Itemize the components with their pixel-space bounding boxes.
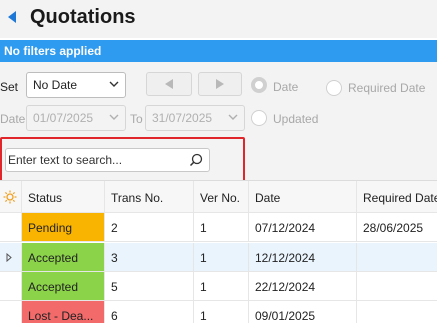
search-input[interactable] [8, 151, 183, 169]
next-period-button[interactable] [198, 72, 242, 96]
grid-header-row: Status Trans No. Ver No. Date Required D… [0, 181, 437, 213]
column-header-status[interactable]: Status [22, 181, 105, 212]
table-row[interactable]: Pending 2 1 07/12/2024 28/06/2025 [0, 213, 437, 242]
status-badge: Pending [22, 213, 105, 241]
back-arrow-icon[interactable] [6, 10, 18, 24]
table-row[interactable]: Accepted 5 1 22/12/2024 [0, 272, 437, 301]
status-badge: Lost - Dea... [22, 301, 105, 323]
to-label: To [130, 112, 143, 126]
sun-settings-icon [3, 190, 17, 204]
previous-period-button[interactable] [146, 72, 192, 96]
date-label: Date [0, 112, 26, 126]
trans-no-cell: 3 [105, 243, 194, 271]
filter-status-bar: No filters applied [0, 40, 437, 62]
ver-no-cell: 1 [194, 272, 249, 300]
status-badge: Accepted [22, 243, 105, 271]
quotations-grid: Status Trans No. Ver No. Date Required D… [0, 180, 437, 323]
chevron-down-icon [109, 114, 119, 120]
date-cell: 07/12/2024 [249, 213, 357, 241]
column-header-ver-no[interactable]: Ver No. [194, 181, 249, 212]
status-badge: Accepted [22, 272, 105, 300]
page-title: Quotations [30, 6, 136, 28]
table-row[interactable]: Accepted 3 1 12/12/2024 [0, 243, 437, 272]
date-from-value: 01/07/2025 [33, 111, 94, 125]
required-date-cell: 28/06/2025 [363, 221, 424, 235]
radio-date-label: Date [273, 80, 299, 94]
radio-date[interactable] [251, 77, 267, 93]
radio-required-date[interactable] [326, 80, 342, 96]
trans-no-cell: 5 [105, 272, 194, 300]
date-to-picker[interactable]: 31/07/2025 [145, 105, 245, 131]
row-indicator-cell [0, 301, 22, 323]
set-label: Set [0, 80, 19, 94]
table-row[interactable]: Lost - Dea... 6 1 09/01/2025 [0, 301, 437, 323]
trans-no-cell: 6 [105, 301, 194, 323]
trans-no-cell: 2 [105, 213, 194, 241]
date-from-picker[interactable]: 01/07/2025 [26, 105, 126, 131]
radio-updated[interactable] [251, 110, 267, 126]
required-date-cell [357, 301, 437, 323]
date-to-value: 31/07/2025 [152, 111, 213, 125]
required-date-cell [357, 272, 437, 300]
ver-no-cell: 1 [194, 213, 249, 241]
chevron-down-icon [109, 81, 119, 87]
row-indicator-cell [0, 243, 22, 271]
title-bar: Quotations [0, 0, 437, 38]
ver-no-cell: 1 [194, 301, 249, 323]
triangle-right-icon [216, 79, 224, 89]
row-indicator-cell [0, 272, 22, 300]
column-header-trans-no[interactable]: Trans No. [105, 181, 194, 212]
column-header-date[interactable]: Date [249, 181, 357, 212]
column-header-required-date[interactable]: Required Date [357, 181, 437, 212]
grid-settings-cell[interactable] [0, 181, 22, 212]
date-cell: 12/12/2024 [249, 243, 357, 271]
triangle-left-icon [165, 79, 173, 89]
date-set-dropdown[interactable]: No Date [26, 72, 126, 98]
date-cell: 22/12/2024 [249, 272, 357, 300]
date-cell: 09/01/2025 [249, 301, 357, 323]
ver-no-cell: 1 [194, 243, 249, 271]
chevron-down-icon [228, 114, 238, 120]
search-icon[interactable] [189, 153, 203, 167]
current-row-icon [6, 253, 12, 262]
radio-required-date-label: Required Date [348, 81, 426, 95]
radio-updated-label: Updated [273, 112, 319, 126]
date-set-value: No Date [33, 78, 78, 92]
search-box [5, 148, 210, 172]
required-date-cell [357, 243, 437, 271]
row-indicator-cell [0, 213, 22, 241]
